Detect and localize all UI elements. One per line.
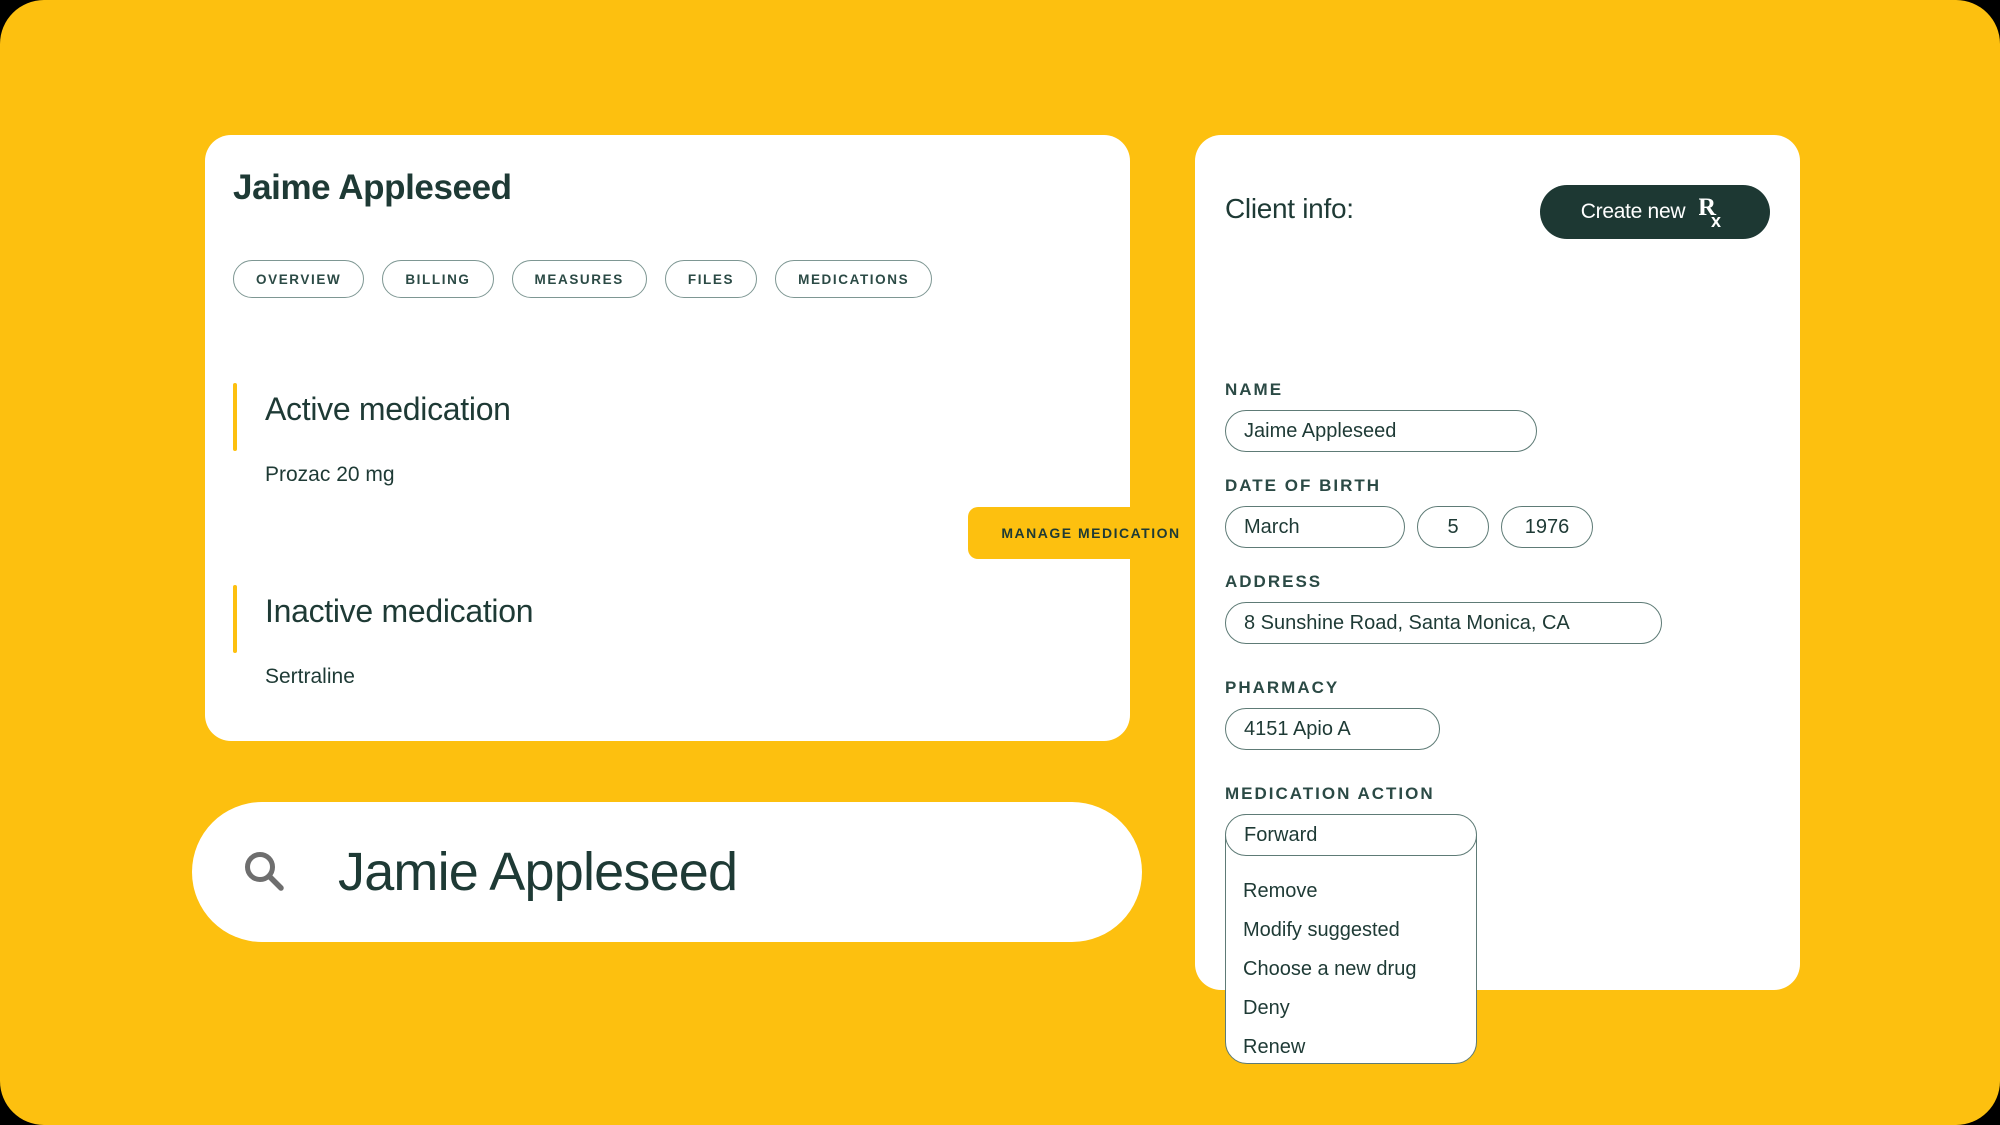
medication-action-option-remove[interactable]: Remove	[1243, 872, 1459, 911]
medication-action-label: MEDICATION ACTION	[1225, 784, 1435, 803]
name-input[interactable]: Jaime Appleseed	[1225, 410, 1537, 452]
medication-action-option-modify[interactable]: Modify suggested	[1243, 911, 1459, 950]
inactive-medication-heading: Inactive medication	[265, 593, 534, 629]
rx-icon: R x	[1699, 195, 1721, 229]
tab-files[interactable]: FILES	[664, 260, 758, 298]
pharmacy-row: 4151 Apio A	[1225, 708, 1440, 750]
app-screen: Jaime Appleseed OVERVIEW BILLING MEASURE…	[0, 0, 2000, 1125]
medication-action-option-deny[interactable]: Deny	[1243, 989, 1459, 1028]
client-info-title: Client info:	[1225, 193, 1354, 224]
patient-card: Jaime Appleseed OVERVIEW BILLING MEASURE…	[205, 135, 1214, 741]
dob-day-input[interactable]: 5	[1417, 506, 1489, 548]
pharmacy-field-group: PHARMACY 4151 Apio A	[1225, 678, 1440, 750]
name-field-group: NAME Jaime Appleseed	[1225, 380, 1537, 452]
svg-text:x: x	[1711, 211, 1721, 229]
tab-billing[interactable]: BILLING	[382, 260, 494, 298]
address-input[interactable]: 8 Sunshine Road, Santa Monica, CA	[1225, 602, 1662, 644]
search-icon	[245, 852, 284, 891]
address-label: ADDRESS	[1225, 572, 1323, 591]
tab-medications[interactable]: MEDICATIONS	[775, 260, 933, 298]
dob-year-input[interactable]: 1976	[1501, 506, 1593, 548]
address-row: 8 Sunshine Road, Santa Monica, CA	[1225, 602, 1662, 644]
medication-action-option-list: Remove Modify suggested Choose a new dru…	[1225, 872, 1477, 1067]
tab-measures[interactable]: MEASURES	[511, 260, 647, 298]
date-of-birth-row: March 5 1976	[1225, 506, 1593, 548]
name-row: Jaime Appleseed	[1225, 410, 1537, 452]
medication-action-option-choose[interactable]: Choose a new drug	[1243, 950, 1459, 989]
inactive-medication-item: Sertraline	[265, 665, 355, 688]
accent-bar	[233, 383, 237, 451]
medication-action-selected-value[interactable]: Forward	[1225, 814, 1477, 856]
accent-bar	[233, 585, 237, 653]
address-field-group: ADDRESS 8 Sunshine Road, Santa Monica, C…	[1225, 572, 1662, 644]
active-medication-item: Prozac 20 mg	[265, 463, 395, 486]
dob-month-input[interactable]: March	[1225, 506, 1405, 548]
tab-overview[interactable]: OVERVIEW	[233, 260, 365, 298]
date-of-birth-label: DATE OF BIRTH	[1225, 476, 1382, 495]
page-title: Jaime Appleseed	[233, 168, 512, 207]
date-of-birth-field-group: DATE OF BIRTH March 5 1976	[1225, 476, 1593, 548]
client-info-card: Client info: Create new R x NAME Jaime A…	[1195, 135, 1800, 1064]
active-medication-section: Active medication Prozac 20 mg	[233, 383, 793, 503]
pharmacy-input[interactable]: 4151 Apio A	[1225, 708, 1440, 750]
active-medication-heading: Active medication	[265, 391, 511, 427]
name-label: NAME	[1225, 380, 1284, 399]
create-new-rx-label: Create new	[1580, 200, 1686, 223]
medication-action-field-group: MEDICATION ACTION Remove Modify suggeste…	[1225, 784, 1477, 1064]
pharmacy-label: PHARMACY	[1225, 678, 1340, 697]
inactive-medication-section: Inactive medication Sertraline	[233, 585, 793, 705]
manage-medication-button[interactable]: MANAGE MEDICATION	[968, 507, 1214, 559]
create-new-rx-button[interactable]: Create new R x	[1540, 185, 1770, 239]
medication-action-option-renew[interactable]: Renew	[1243, 1028, 1459, 1067]
search-bar[interactable]	[192, 802, 1142, 942]
tab-bar: OVERVIEW BILLING MEASURES FILES MEDICATI…	[233, 260, 933, 298]
search-input[interactable]	[338, 841, 1058, 903]
